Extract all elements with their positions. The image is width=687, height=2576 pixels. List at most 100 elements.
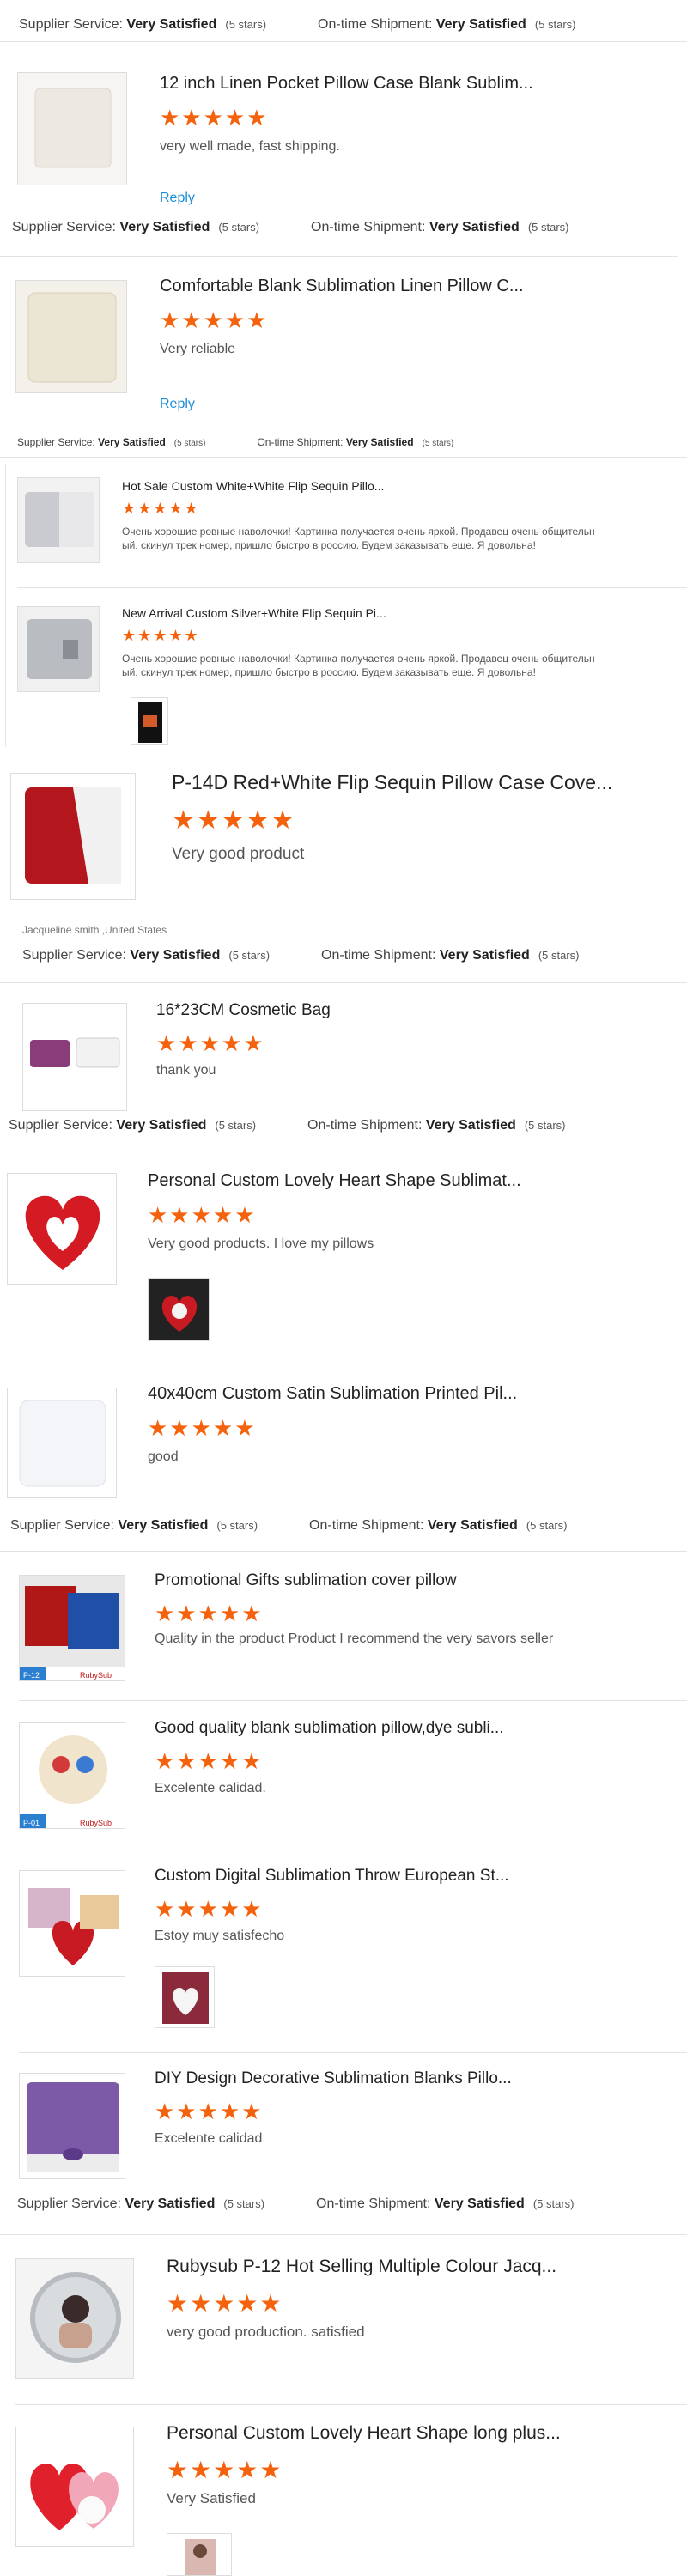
- review-comment: Quality in the product Product I recomme…: [155, 1631, 554, 1646]
- shipment-label: On-time Shipment:: [318, 17, 433, 32]
- reply-link[interactable]: Reply: [160, 191, 195, 206]
- shipment-stars: (5 stars): [534, 18, 576, 31]
- product-thumbnail[interactable]: [7, 1173, 117, 1285]
- product-thumbnail[interactable]: [7, 1388, 117, 1498]
- product-thumbnail[interactable]: [17, 72, 127, 185]
- pillow-image: [20, 2074, 125, 2178]
- review-photo[interactable]: [131, 697, 168, 745]
- review-photo[interactable]: [167, 2533, 232, 2576]
- supplier-stars: (5 stars): [218, 221, 260, 234]
- supplier-label: Supplier Service:: [9, 1118, 112, 1133]
- thumb-tag-p01: P-01: [23, 1819, 40, 1827]
- product-title[interactable]: Personal Custom Lovely Heart Shape long …: [167, 2423, 561, 2444]
- rating-summary: Supplier Service: Very Satisfied (5 stars…: [17, 2196, 575, 2212]
- shipment-label: On-time Shipment:: [307, 1118, 423, 1133]
- pillow-image: [16, 281, 126, 392]
- rating-summary: Supplier Service: Very Satisfied (5 stars…: [17, 436, 453, 448]
- review-comment: good: [148, 1449, 179, 1464]
- star-rating: ★★★★★: [167, 2457, 283, 2483]
- product-title[interactable]: 12 inch Linen Pocket Pillow Case Blank S…: [160, 74, 533, 94]
- review-comment: Estoy muy satisfecho: [155, 1929, 285, 1943]
- product-title[interactable]: Custom Digital Sublimation Throw Europea…: [155, 1867, 509, 1886]
- product-thumbnail[interactable]: [22, 1003, 127, 1111]
- supplier-value: Very Satisfied: [125, 2196, 216, 2211]
- review-comment-line2: ый, скинул трек номер, пришло быстро в р…: [122, 666, 536, 678]
- product-title[interactable]: New Arrival Custom Silver+White Flip Seq…: [122, 606, 386, 620]
- product-title[interactable]: 40x40cm Custom Satin Sublimation Printed…: [148, 1384, 517, 1404]
- review-photo[interactable]: [148, 1278, 210, 1341]
- rating-summary: Supplier Service: Very Satisfied (5 stars…: [10, 1518, 568, 1534]
- rating-summary: Supplier Service: Very Satisfied (5 stars…: [12, 220, 569, 235]
- reviewer-name: Jacqueline smith ,United States: [22, 924, 167, 936]
- shipment-label: On-time Shipment:: [311, 220, 426, 234]
- review-comment: Very Satisfied: [167, 2490, 256, 2506]
- supplier-value: Very Satisfied: [116, 1118, 207, 1133]
- shipment-label: On-time Shipment:: [316, 2196, 431, 2211]
- product-title[interactable]: Good quality blank sublimation pillow,dy…: [155, 1719, 504, 1738]
- supplier-stars: (5 stars): [215, 1119, 257, 1132]
- review-comment: Очень хорошие ровные наволочки! Картинка…: [122, 526, 595, 538]
- star-rating: ★★★★★: [160, 307, 269, 333]
- star-rating: ★★★★★: [155, 2099, 264, 2124]
- review-comment: Very good product: [172, 845, 305, 863]
- star-rating: ★★★★★: [167, 2290, 283, 2317]
- supplier-stars: (5 stars): [173, 439, 206, 448]
- product-thumbnail[interactable]: [10, 773, 136, 900]
- pillow-image: [11, 774, 135, 899]
- supplier-stars: (5 stars): [225, 18, 267, 31]
- product-title[interactable]: DIY Design Decorative Sublimation Blanks…: [155, 2069, 512, 2088]
- product-thumbnail[interactable]: [15, 280, 127, 393]
- supplier-label: Supplier Service:: [17, 2196, 121, 2211]
- product-thumbnail[interactable]: [15, 2427, 134, 2547]
- review-comment: Очень хорошие ровные наволочки! Картинка…: [122, 653, 595, 665]
- pillow-image: [20, 1871, 125, 1976]
- product-thumbnail[interactable]: [19, 2073, 125, 2179]
- review-comment: very well made, fast shipping.: [160, 139, 340, 154]
- review-comment: Excelente calidad: [155, 2131, 263, 2146]
- shipment-label: On-time Shipment:: [321, 948, 436, 963]
- rating-summary: Supplier Service: Very Satisfied (5 stars…: [22, 948, 580, 963]
- rating-summary: Supplier Service: Very Satisfied (5 stars…: [9, 1118, 566, 1133]
- photo-image: [167, 2534, 231, 2575]
- supplier-value: Very Satisfied: [130, 948, 221, 963]
- product-title[interactable]: Personal Custom Lovely Heart Shape Subli…: [148, 1171, 521, 1191]
- shipment-stars: (5 stars): [532, 2197, 575, 2210]
- thumb-tag-p12: P-12: [23, 1671, 40, 1680]
- supplier-value: Very Satisfied: [119, 220, 210, 234]
- supplier-stars: (5 stars): [216, 1519, 258, 1532]
- pillow-image: [8, 1388, 116, 1497]
- shipment-stars: (5 stars): [538, 949, 580, 962]
- product-thumbnail[interactable]: [19, 1870, 125, 1977]
- product-title[interactable]: Comfortable Blank Sublimation Linen Pill…: [160, 276, 524, 296]
- product-thumbnail[interactable]: [15, 2258, 134, 2379]
- supplier-value: Very Satisfied: [126, 17, 217, 32]
- heart-pillow-image: [8, 1174, 116, 1284]
- supplier-label: Supplier Service:: [19, 17, 123, 32]
- product-thumbnail[interactable]: P-12 RubySub: [19, 1575, 125, 1681]
- review-comment: Very good products. I love my pillows: [148, 1236, 374, 1251]
- product-title[interactable]: Hot Sale Custom White+White Flip Sequin …: [122, 479, 384, 493]
- rating-summary: Supplier Service: Very Satisfied (5 stars…: [19, 17, 576, 33]
- pillow-image: P-12 RubySub: [20, 1576, 125, 1680]
- reply-link[interactable]: Reply: [160, 397, 195, 412]
- shipment-value: Very Satisfied: [425, 1118, 516, 1133]
- supplier-stars: (5 stars): [228, 949, 271, 962]
- product-thumbnail[interactable]: [17, 606, 100, 692]
- shipment-value: Very Satisfied: [345, 436, 414, 448]
- star-rating: ★★★★★: [160, 105, 269, 131]
- product-thumbnail[interactable]: P-01 RubySub: [19, 1722, 125, 1829]
- product-title[interactable]: 16*23CM Cosmetic Bag: [156, 1001, 331, 1020]
- shipment-stars: (5 stars): [526, 1519, 568, 1532]
- supplier-label: Supplier Service:: [12, 220, 116, 234]
- star-rating: ★★★★★: [148, 1415, 257, 1441]
- shipment-value: Very Satisfied: [439, 948, 530, 963]
- shipment-stars: (5 stars): [422, 439, 454, 448]
- product-thumbnail[interactable]: [17, 477, 100, 563]
- photo-image: [155, 1967, 214, 2027]
- product-title[interactable]: P-14D Red+White Flip Sequin Pillow Case …: [172, 771, 612, 794]
- review-photo[interactable]: [155, 1966, 215, 2028]
- star-rating: ★★★★★: [122, 500, 200, 517]
- product-title[interactable]: Promotional Gifts sublimation cover pill…: [155, 1571, 457, 1590]
- product-title[interactable]: Rubysub P-12 Hot Selling Multiple Colour…: [167, 2257, 556, 2277]
- pillow-image: [18, 73, 126, 185]
